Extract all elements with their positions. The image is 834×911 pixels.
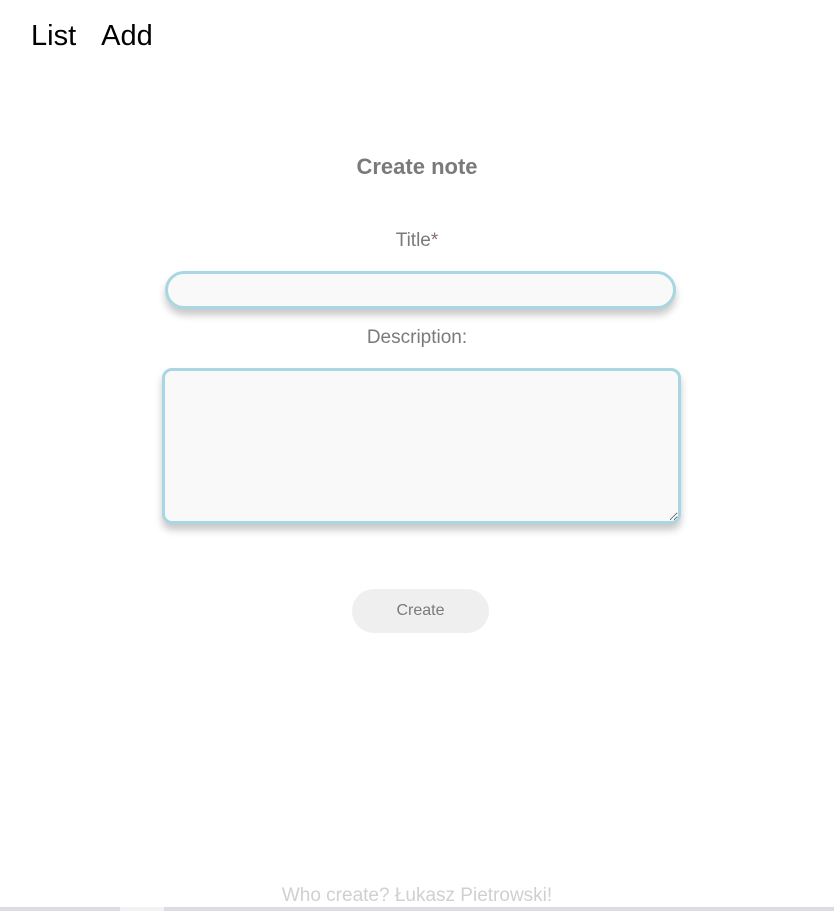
title-input[interactable] xyxy=(165,271,676,309)
page: List Add Create note Title* Description:… xyxy=(0,0,834,911)
title-label: Title* xyxy=(0,230,834,252)
footer-credit: Who create? Łukasz Pietrowski! xyxy=(281,885,553,906)
title-label-text: Title xyxy=(395,230,431,251)
scrollbar-thumb[interactable] xyxy=(120,907,164,911)
nav-link-add[interactable]: Add xyxy=(101,18,153,54)
description-textarea[interactable] xyxy=(162,368,681,524)
create-button[interactable]: Create xyxy=(352,589,489,633)
description-label: Description: xyxy=(366,327,468,348)
page-title: Create note xyxy=(356,154,478,179)
top-nav: List Add xyxy=(31,18,153,54)
horizontal-scrollbar[interactable] xyxy=(0,907,834,911)
nav-link-list[interactable]: List xyxy=(31,18,76,54)
required-marker: * xyxy=(430,230,439,251)
